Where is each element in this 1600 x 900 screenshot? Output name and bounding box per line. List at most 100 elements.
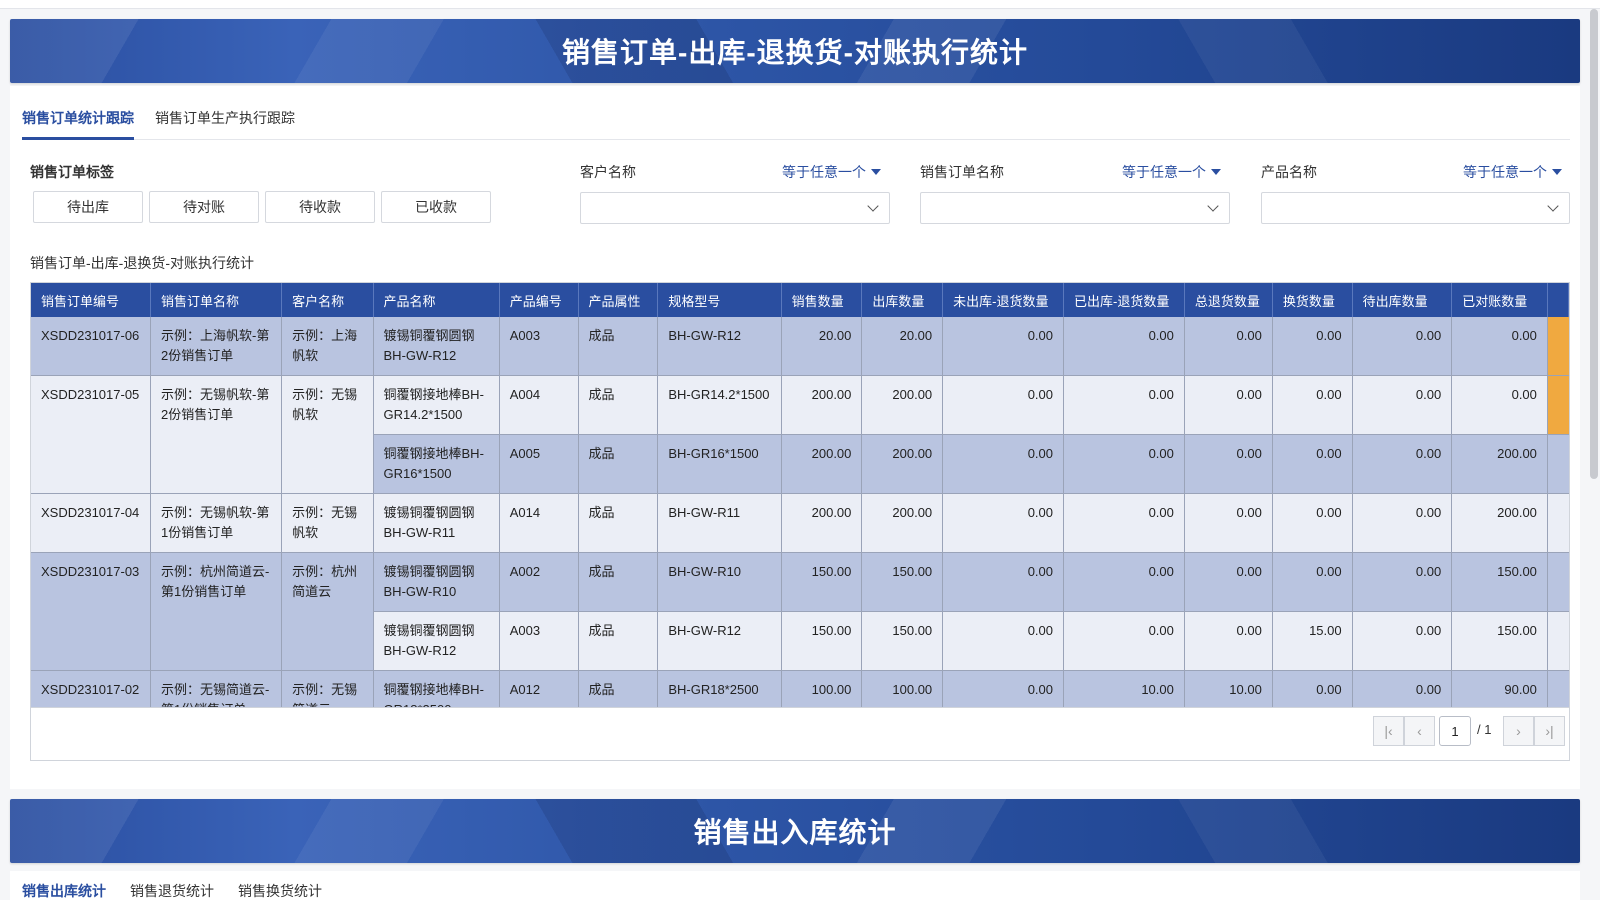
column-header[interactable]: 出库数量: [861, 283, 944, 317]
table-row[interactable]: XSDD231017-04 示例：无锡帆软-第1份销售订单 示例：无锡帆软 镀锡…: [31, 493, 1569, 553]
cell-ret-total: 0.00: [1184, 375, 1273, 435]
row-status-marker: [1547, 375, 1569, 435]
cell-ret-out: 0.00: [1063, 552, 1185, 612]
cell-ret-out: 0.00: [1063, 611, 1185, 671]
cell-pending-out: 0.00: [1352, 317, 1453, 376]
order-name-filter-label: 销售订单名称: [920, 164, 1004, 180]
table-row[interactable]: XSDD231017-05 示例：无锡帆软-第2份销售订单 示例：无锡帆软 铜覆…: [31, 375, 1569, 494]
column-header[interactable]: 换货数量: [1272, 283, 1353, 317]
column-header[interactable]: 销售订单名称: [150, 283, 283, 317]
column-header[interactable]: 销售数量: [781, 283, 863, 317]
cell-order-no: XSDD231017-04: [31, 493, 152, 553]
cell-ret-out: 0.00: [1063, 317, 1185, 376]
cell-order-name: 示例：杭州简道云-第1份销售订单: [150, 552, 283, 671]
tab-bar: 销售订单统计跟踪 销售订单生产执行跟踪: [22, 86, 1570, 140]
cell-code: A004: [499, 375, 579, 435]
tag-button-pending-out[interactable]: 待出库: [33, 191, 143, 223]
prev-page-button[interactable]: ‹: [1404, 716, 1435, 746]
row-edge: [1547, 552, 1569, 612]
customer-select[interactable]: [580, 192, 890, 224]
cell-spec: BH-GW-R12: [657, 317, 782, 376]
tag-button-pending-reconcile[interactable]: 待对账: [149, 191, 259, 223]
cell-exchange: 0.00: [1272, 375, 1353, 435]
table-row[interactable]: XSDD231017-03 示例：杭州简道云-第1份销售订单 示例：杭州简道云 …: [31, 552, 1569, 671]
column-header[interactable]: 总退货数量: [1184, 283, 1273, 317]
cell-exchange: 15.00: [1272, 611, 1353, 671]
row-status-marker: [1547, 317, 1569, 376]
cell-reconciled: 200.00: [1451, 493, 1548, 553]
cell-reconciled: 150.00: [1451, 611, 1548, 671]
cell-product: 铜覆钢接地棒BH-GR14.2*1500: [373, 375, 500, 435]
cell-attr: 成品: [578, 317, 659, 376]
cell-ret-not-out: 0.00: [942, 493, 1065, 553]
column-header[interactable]: 已对账数量: [1451, 283, 1548, 317]
cell-ret-total: 0.00: [1184, 317, 1273, 376]
chevron-down-icon: [867, 200, 879, 212]
cell-ret-not-out: 0.00: [942, 552, 1065, 612]
cell-reconciled: 0.00: [1451, 317, 1548, 376]
cell-attr: 成品: [578, 375, 659, 435]
tab-sales-exchange[interactable]: 销售换货统计: [238, 881, 322, 900]
tag-button-paid[interactable]: 已收款: [381, 191, 491, 223]
customer-operator-dropdown[interactable]: 等于任意一个: [782, 162, 881, 182]
column-header[interactable]: 客户名称: [281, 283, 374, 317]
product-name-select[interactable]: [1261, 192, 1570, 224]
column-header[interactable]: 销售订单编号: [31, 283, 152, 317]
cell-product: 铜覆钢接地棒BH-GR16*1500: [373, 434, 500, 494]
active-tab-indicator: [22, 137, 134, 140]
cell-qty: 150.00: [781, 611, 863, 671]
cell-code: A005: [499, 434, 579, 494]
cell-pending-out: 0.00: [1352, 552, 1453, 612]
cell-out: 200.00: [861, 434, 944, 494]
order-name-operator-dropdown[interactable]: 等于任意一个: [1122, 162, 1221, 182]
cell-exchange: 0.00: [1272, 552, 1353, 612]
cell-pending-out: 0.00: [1352, 493, 1453, 553]
cell-qty: 20.00: [781, 317, 863, 376]
order-name-select[interactable]: [920, 192, 1230, 224]
cell-qty: 200.00: [781, 493, 863, 553]
cell-ret-not-out: 0.00: [942, 375, 1065, 435]
cell-ret-total: 0.00: [1184, 552, 1273, 612]
tab-sales-outbound[interactable]: 销售出库统计: [22, 881, 106, 900]
cell-out: 200.00: [861, 375, 944, 435]
cell-order-no: XSDD231017-06: [31, 317, 152, 376]
product-name-filter-label: 产品名称: [1261, 164, 1317, 180]
cell-order-name: 示例：无锡帆软-第2份销售订单: [150, 375, 283, 494]
product-name-operator-dropdown[interactable]: 等于任意一个: [1463, 162, 1562, 182]
cell-ret-total: 0.00: [1184, 493, 1273, 553]
cell-qty: 200.00: [781, 434, 863, 494]
cell-ret-not-out: 0.00: [942, 611, 1065, 671]
last-page-button[interactable]: ›|: [1534, 716, 1565, 746]
column-header[interactable]: 产品属性: [578, 283, 659, 317]
cell-attr: 成品: [578, 611, 659, 671]
cell-out: 150.00: [861, 552, 944, 612]
tab-production-tracking[interactable]: 销售订单生产执行跟踪: [155, 108, 295, 128]
product-name-operator-label: 等于任意一个: [1463, 164, 1547, 180]
column-header[interactable]: 产品编号: [499, 283, 579, 317]
tab-order-tracking[interactable]: 销售订单统计跟踪: [22, 108, 134, 128]
column-header[interactable]: 规格型号: [657, 283, 782, 317]
first-page-button[interactable]: |‹: [1373, 716, 1404, 746]
column-header[interactable]: 待出库数量: [1352, 283, 1453, 317]
stats-table-container[interactable]: 销售订单编号 销售订单名称 客户名称 产品名称 产品编号 产品属性 规格型号 销…: [30, 282, 1570, 761]
cell-spec: BH-GR14.2*1500: [657, 375, 782, 435]
page-scrollbar[interactable]: [1590, 9, 1598, 479]
pagination-bar: |‹ ‹ 1 / 1 › ›|: [30, 707, 1570, 761]
column-header[interactable]: 已出库-退货数量: [1063, 283, 1185, 317]
cell-ret-total: 0.00: [1184, 611, 1273, 671]
caret-down-icon: [1211, 169, 1221, 175]
next-page-button[interactable]: ›: [1503, 716, 1534, 746]
tag-button-pending-payment[interactable]: 待收款: [265, 191, 375, 223]
stats-card: 销售订单统计跟踪 销售订单生产执行跟踪 销售订单标签 待出库 待对账 待收款 已…: [10, 86, 1580, 789]
table-row[interactable]: XSDD231017-06 示例：上海帆软-第2份销售订单 示例：上海帆软 镀锡…: [31, 317, 1569, 376]
column-header[interactable]: 未出库-退货数量: [942, 283, 1065, 317]
cell-product: 镀锡铜覆钢圆钢BH-GW-R11: [373, 493, 500, 553]
cell-spec: BH-GW-R12: [657, 611, 782, 671]
cell-out: 200.00: [861, 493, 944, 553]
page-number-input[interactable]: 1: [1439, 716, 1471, 746]
tab-sales-return[interactable]: 销售退货统计: [130, 881, 214, 900]
column-header-edge: [1547, 283, 1569, 317]
cell-customer: 示例：无锡帆软: [281, 493, 374, 553]
column-header[interactable]: 产品名称: [373, 283, 500, 317]
section2-banner: 销售出入库统计: [10, 799, 1580, 863]
